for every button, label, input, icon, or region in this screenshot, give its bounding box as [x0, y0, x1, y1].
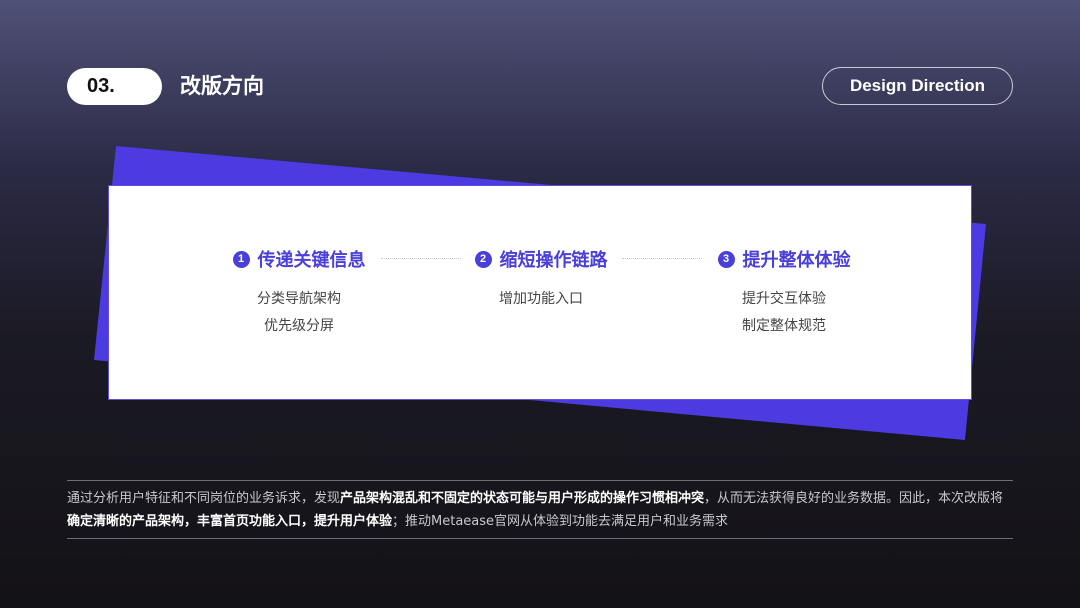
summary-highlight: 产品架构混乱和不固定的状态可能与用户形成的操作习惯相冲突 [340, 491, 705, 506]
column-items: 增加功能入口 [431, 286, 651, 313]
step-number-badge: 1 [232, 250, 250, 268]
column-items: 提升交互体验 制定整体规范 [674, 286, 894, 340]
list-item: 制定整体规范 [742, 318, 826, 334]
column-heading: 3 提升整体体验 [674, 246, 894, 272]
summary-text: 通过分析用户特征和不同岗位的业务诉求，发现 [67, 491, 341, 506]
column-heading: 1 传递关键信息 [189, 246, 409, 272]
column-title: 提升整体体验 [742, 250, 851, 271]
section-number: 03. [87, 75, 115, 97]
column-title: 缩短操作链路 [499, 250, 608, 271]
list-item: 增加功能入口 [499, 291, 583, 307]
column-heading: 2 缩短操作链路 [431, 246, 651, 272]
divider-top [67, 480, 1013, 481]
summary-text: ，从而无法获得良好的业务数据。因此，本次改版将 [704, 491, 1004, 506]
direction-column-1: 1 传递关键信息 分类导航架构 优先级分屏 [189, 246, 409, 340]
direction-column-2: 2 缩短操作链路 增加功能入口 [431, 246, 651, 313]
tag-label: Design Direction [849, 76, 986, 95]
direction-column-3: 3 提升整体体验 提升交互体验 制定整体规范 [674, 246, 894, 340]
section-title: 改版方向 [180, 74, 264, 98]
direction-card: 1 传递关键信息 分类导航架构 优先级分屏 2 缩短操作链路 增加功能入口 3 … [108, 185, 972, 400]
list-item: 优先级分屏 [264, 318, 334, 334]
summary-highlight: 确定清晰的产品架构，丰富首页功能入口，提升用户体验 [67, 514, 393, 529]
divider-bottom [67, 538, 1013, 539]
design-direction-tag: Design Direction [822, 67, 1013, 105]
step-number-badge: 3 [717, 250, 735, 268]
list-item: 分类导航架构 [257, 291, 341, 307]
column-title: 传递关键信息 [257, 250, 366, 271]
section-number-badge: 03. [67, 68, 162, 105]
list-item: 提升交互体验 [742, 291, 826, 307]
summary-paragraph: 通过分析用户特征和不同岗位的业务诉求，发现产品架构混乱和不固定的状态可能与用户形… [67, 487, 1013, 533]
column-items: 分类导航架构 优先级分屏 [189, 286, 409, 340]
step-number-badge: 2 [474, 250, 492, 268]
summary-text: ；推动Metaease官网从体验到功能去满足用户和业务需求 [392, 514, 729, 529]
